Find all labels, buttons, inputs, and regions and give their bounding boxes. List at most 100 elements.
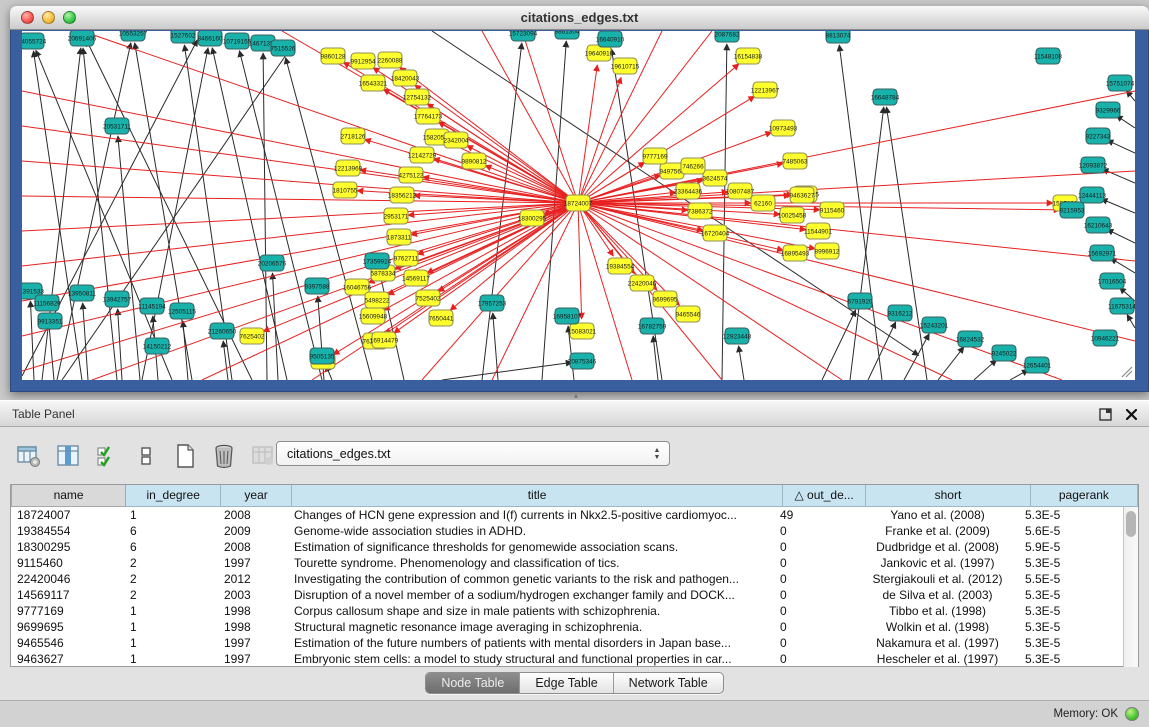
- graph-node[interactable]: 7525402: [416, 290, 441, 306]
- graph-node[interactable]: 2953171: [384, 208, 409, 224]
- graph-node[interactable]: 20531711: [103, 118, 131, 134]
- table-row[interactable]: 969969511998Structural magnetic resonanc…: [11, 619, 1123, 635]
- tab-network-table[interactable]: Network Table: [614, 673, 723, 693]
- window-titlebar[interactable]: citations_edges.txt: [10, 6, 1149, 30]
- graph-node[interactable]: 9699695: [653, 291, 678, 307]
- graph-node[interactable]: 11675314: [1108, 298, 1135, 314]
- graph-node[interactable]: 16648784: [871, 89, 900, 105]
- graph-node[interactable]: 16154838: [734, 48, 763, 64]
- graph-node[interactable]: 16640910: [596, 31, 625, 47]
- graph-node[interactable]: 7650441: [429, 310, 454, 326]
- table-row[interactable]: 977716911998Corpus callosum shape and si…: [11, 603, 1123, 619]
- graph-node[interactable]: 10025458: [778, 207, 807, 223]
- graph-node[interactable]: 4275122: [399, 167, 424, 183]
- graph-node[interactable]: 9762711: [394, 250, 419, 266]
- graph-node[interactable]: 9115460: [820, 202, 845, 218]
- table-row[interactable]: 1830029562008Estimation of significance …: [11, 539, 1123, 555]
- graph-node[interactable]: 2342004: [444, 132, 469, 148]
- minimize-window-icon[interactable]: [42, 11, 55, 24]
- graph-node[interactable]: 15751074: [1106, 75, 1135, 91]
- column-header-out_degree[interactable]: △ out_de...: [783, 485, 866, 506]
- graph-node[interactable]: 21260650: [208, 323, 237, 339]
- close-window-icon[interactable]: [21, 11, 34, 24]
- graph-node[interactable]: 18300295: [518, 210, 547, 226]
- graph-node[interactable]: 9463627: [790, 187, 815, 203]
- graph-node[interactable]: 17957253: [478, 295, 507, 311]
- graph-node[interactable]: 9912954: [351, 53, 376, 69]
- graph-node[interactable]: 15609948: [359, 308, 388, 324]
- graph-node[interactable]: 9245022: [992, 345, 1017, 361]
- graph-node[interactable]: 9397588: [305, 278, 330, 294]
- graph-node[interactable]: 12093872: [1079, 157, 1108, 173]
- graph-node[interactable]: 9913351: [38, 313, 63, 329]
- graph-node[interactable]: 22420046: [628, 275, 657, 291]
- delete-column-icon[interactable]: [209, 441, 239, 471]
- graph-node[interactable]: 2718126: [341, 128, 366, 144]
- float-window-icon[interactable]: [1097, 406, 1113, 422]
- memory-ok-icon[interactable]: [1125, 707, 1139, 721]
- table-row[interactable]: 946362711997Embryonic stem cells: a mode…: [11, 651, 1123, 667]
- zoom-window-icon[interactable]: [63, 11, 76, 24]
- graph-node[interactable]: 1527602: [171, 31, 196, 43]
- graph-node[interactable]: 16914479: [370, 332, 399, 348]
- table-row[interactable]: 946554611997Estimation of the future num…: [11, 635, 1123, 651]
- graph-node[interactable]: 11548108: [1034, 48, 1062, 64]
- column-header-short[interactable]: short: [866, 485, 1031, 506]
- graph-node[interactable]: 2260088: [378, 52, 403, 68]
- graph-node[interactable]: 23364436: [674, 183, 703, 199]
- graph-node[interactable]: 1810755: [333, 182, 358, 198]
- graph-node[interactable]: 16958107: [553, 308, 582, 324]
- graph-node[interactable]: 3624574: [703, 170, 728, 186]
- graph-node[interactable]: 12505115: [168, 303, 196, 319]
- graph-node[interactable]: 12213967: [751, 82, 780, 98]
- graph-node[interactable]: 11156829: [33, 295, 61, 311]
- graph-node[interactable]: 19384554: [606, 258, 635, 274]
- graph-node[interactable]: 11145194: [138, 298, 166, 314]
- column-header-name[interactable]: name: [12, 485, 126, 506]
- graph-node[interactable]: 24055724: [22, 33, 47, 49]
- graph-node[interactable]: 16895493: [781, 245, 810, 261]
- graph-node[interactable]: 8466160: [198, 31, 223, 46]
- graph-node[interactable]: 15243201: [920, 317, 949, 333]
- graph-node[interactable]: 12754132: [403, 89, 432, 105]
- graph-node[interactable]: 16543321: [359, 75, 388, 91]
- graph-node[interactable]: 12654401: [1023, 357, 1052, 373]
- graph-node[interactable]: 7485063: [783, 153, 808, 169]
- graph-node[interactable]: 16720404: [701, 225, 730, 241]
- graph-node[interactable]: 10973493: [769, 120, 798, 136]
- graph-node[interactable]: 18724007: [564, 195, 593, 211]
- graph-node[interactable]: 18356212: [388, 187, 417, 203]
- canvas-resize-grip[interactable]: [1122, 367, 1132, 377]
- select-rows-icon[interactable]: [92, 441, 122, 471]
- graph-node[interactable]: 12923448: [723, 328, 752, 344]
- graph-node[interactable]: 2087682: [715, 31, 740, 42]
- table-row[interactable]: 1872400712008Changes of HCN gene express…: [11, 507, 1123, 523]
- graph-node[interactable]: 15083021: [568, 323, 597, 339]
- table-selector-dropdown[interactable]: citations_edges.txt ▲ ▼: [276, 441, 670, 466]
- graph-node[interactable]: 9215953: [1060, 202, 1085, 218]
- column-header-pagerank[interactable]: pagerank: [1030, 485, 1137, 506]
- graph-node[interactable]: 62160: [751, 195, 775, 211]
- graph-node[interactable]: 13942757: [103, 291, 132, 307]
- graph-node[interactable]: 19610715: [611, 58, 640, 74]
- column-header-title[interactable]: title: [291, 485, 782, 506]
- graph-node[interactable]: 9465546: [676, 306, 701, 322]
- graph-node[interactable]: 6791920: [848, 293, 873, 309]
- graph-node[interactable]: 20875346: [568, 353, 597, 369]
- graph-node[interactable]: 5498222: [365, 292, 390, 308]
- graph-node[interactable]: 9316212: [888, 305, 913, 321]
- scrollbar-thumb[interactable]: [1126, 511, 1136, 537]
- show-columns-icon[interactable]: [53, 441, 83, 471]
- graph-node[interactable]: 9890812: [462, 153, 487, 169]
- table-vertical-scrollbar[interactable]: [1123, 507, 1138, 667]
- graph-node[interactable]: 9860128: [321, 48, 346, 64]
- tab-node-table[interactable]: Node Table: [426, 673, 520, 693]
- graph-node[interactable]: 16782759: [638, 318, 667, 334]
- table-row[interactable]: 1938455462009Genome-wide association stu…: [11, 523, 1123, 539]
- graph-node[interactable]: 12213969: [334, 160, 363, 176]
- graph-node[interactable]: 9227343: [1086, 128, 1111, 144]
- graph-node[interactable]: 7515526: [271, 40, 296, 56]
- graph-node[interactable]: 10719155: [223, 33, 252, 49]
- graph-node[interactable]: 12142729: [408, 147, 437, 163]
- graph-node[interactable]: 20691406: [68, 31, 97, 46]
